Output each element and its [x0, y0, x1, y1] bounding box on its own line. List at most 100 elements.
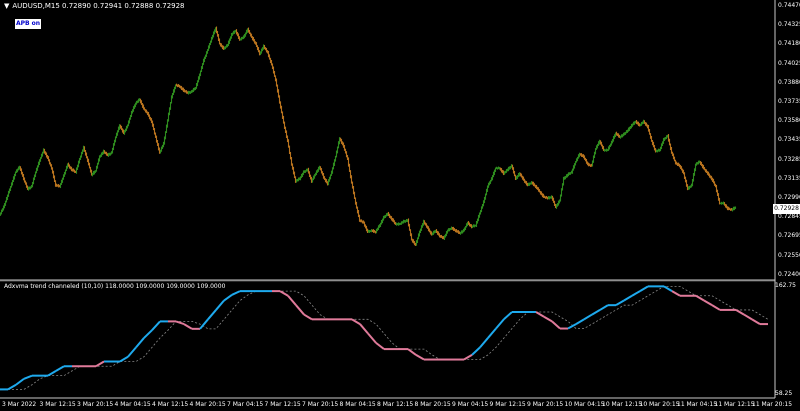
price-tick-label: 0.73880: [778, 78, 800, 86]
price-tick-label: 0.74470: [778, 2, 800, 9]
chart-canvas[interactable]: [0, 0, 800, 411]
indicator-segment-down: [703, 299, 713, 307]
indicator-segment-down: [367, 332, 377, 344]
indicator-segment-up: [23, 374, 33, 380]
chevron-down-icon[interactable]: ▼: [4, 2, 9, 10]
indicator-segment-up: [15, 377, 25, 386]
apb-badge[interactable]: APB on: [15, 19, 41, 29]
time-tick-label: 3 Mar 2022: [2, 401, 37, 408]
symbol-title[interactable]: ▼ AUDUSD,M15 0.72890 0.72941 0.72888 0.72…: [4, 2, 185, 10]
price-tick-label: 0.74180: [778, 40, 800, 48]
price-tick-label: 0.73435: [778, 136, 800, 144]
time-tick-label: 4 Mar 12:15: [152, 401, 189, 408]
time-tick-label: 9 Mar 12:15: [489, 401, 526, 408]
indicator-segment-down: [359, 323, 369, 335]
indicator-segment-up: [631, 290, 641, 297]
indicator-title: Adxvma trend channeled (10,10) 118.0000 …: [4, 283, 226, 290]
symbol-title-text: AUDUSD,M15 0.72890 0.72941 0.72888 0.729…: [12, 2, 185, 10]
indicator-segment-up: [583, 313, 593, 321]
time-tick-label: 11 Mar 12:15: [714, 401, 755, 408]
indicator-segment-up: [623, 294, 633, 302]
indicator-segment-up: [479, 337, 489, 348]
time-tick-label: 4 Mar 04:15: [114, 401, 151, 408]
indicator-channel-line: [0, 285, 769, 390]
indicator-segment-down: [535, 311, 545, 318]
price-tick-label: 0.73735: [778, 98, 800, 105]
time-tick-label: 10 Mar 04:15: [564, 401, 605, 408]
indicator-segment-down: [279, 290, 289, 297]
indicator-segment-down: [375, 342, 385, 350]
indicator-segment-up: [127, 346, 137, 358]
price-tick-label: 0.73135: [778, 174, 800, 182]
price-tick-label: 0.72695: [778, 232, 800, 240]
indicator-segment-up: [55, 365, 65, 372]
price-tick-label: 0.72400: [778, 270, 800, 278]
time-tick-label: 11 Mar 04:15: [677, 401, 718, 408]
indicator-segment-up: [487, 327, 497, 339]
indicator-segment-down: [463, 354, 473, 361]
indicator-segment-down: [407, 348, 417, 356]
indicator-segment-down: [351, 318, 361, 325]
indicator-segment-up: [215, 299, 225, 311]
time-tick-label: 8 Mar 04:15: [339, 401, 376, 408]
indicator-segment-down: [303, 313, 313, 321]
indicator-segment-up: [223, 294, 233, 302]
time-tick-label: 7 Mar 12:15: [264, 401, 301, 408]
indicator-tick-label: 58.25: [775, 390, 793, 397]
time-tick-label: 4 Mar 20:15: [189, 401, 226, 408]
indicator-segment-up: [599, 304, 609, 311]
indicator-segment-down: [295, 304, 305, 316]
indicator-segment-down: [95, 360, 105, 368]
time-tick-label: 11 Mar 20:15: [752, 401, 793, 408]
price-tick-label: 0.73285: [778, 155, 800, 163]
time-tick-label: 8 Mar 12:15: [377, 401, 414, 408]
indicator-segment-down: [735, 309, 745, 316]
indicator-segment-up: [135, 337, 145, 348]
price-tick-label: 0.72990: [778, 194, 800, 201]
price-tick-label: 0.72550: [778, 251, 800, 259]
indicator-segment-up: [47, 370, 57, 377]
indicator-segment-up: [503, 311, 513, 320]
indicator-segment-up: [207, 309, 217, 320]
indicator-segment-up: [151, 320, 161, 331]
indicator-segment-up: [575, 318, 585, 325]
indicator-lines: [0, 285, 769, 391]
chart-window[interactable]: ▼ AUDUSD,M15 0.72890 0.72941 0.72888 0.72…: [0, 0, 800, 411]
indicator-segment-up: [7, 383, 17, 391]
indicator-segment-up: [119, 355, 129, 363]
indicator-segment-down: [543, 315, 553, 323]
indicator-segment-down: [287, 295, 297, 306]
time-tick-label: 7 Mar 04:15: [227, 401, 264, 408]
price-tick-label: 0.72845: [778, 213, 800, 221]
indicator-segment-up: [663, 285, 673, 292]
indicator-segment-down: [183, 323, 193, 330]
indicator-segment-down: [415, 354, 425, 361]
indicator-segment-up: [615, 299, 625, 307]
indicator-segment-up: [231, 290, 241, 296]
price-candles: [0, 26, 737, 246]
indicator-segment-down: [743, 313, 753, 321]
indicator-segment-up: [471, 346, 481, 356]
price-tick-label: 0.73580: [778, 117, 800, 125]
indicator-segment-down: [671, 290, 681, 297]
indicator-segment-up: [143, 329, 153, 339]
indicator-segment-down: [175, 320, 185, 326]
time-tick-label: 7 Mar 20:15: [302, 401, 339, 408]
time-tick-label: 3 Mar 12:15: [39, 401, 76, 408]
indicator-segment-down: [551, 320, 561, 330]
indicator-segment-down: [695, 294, 705, 302]
indicator-segment-up: [495, 318, 505, 330]
time-tick-label: 8 Mar 20:15: [414, 401, 451, 408]
price-tick-label: 0.74025: [778, 59, 800, 67]
indicator-segment-up: [591, 309, 601, 316]
indicator-tick-label: 162.75: [775, 282, 796, 289]
current-price-label: 0.72928: [773, 204, 800, 214]
price-tick-label: 0.74325: [778, 21, 800, 29]
indicator-segment-down: [751, 318, 761, 325]
time-tick-label: 9 Mar 20:15: [527, 401, 564, 408]
indicator-segment-up: [639, 285, 649, 292]
time-tick-label: 3 Mar 20:15: [77, 401, 114, 408]
time-tick-label: 9 Mar 04:15: [452, 401, 489, 408]
indicator-segment-down: [711, 304, 721, 311]
time-tick-label: 10 Mar 20:15: [639, 401, 680, 408]
